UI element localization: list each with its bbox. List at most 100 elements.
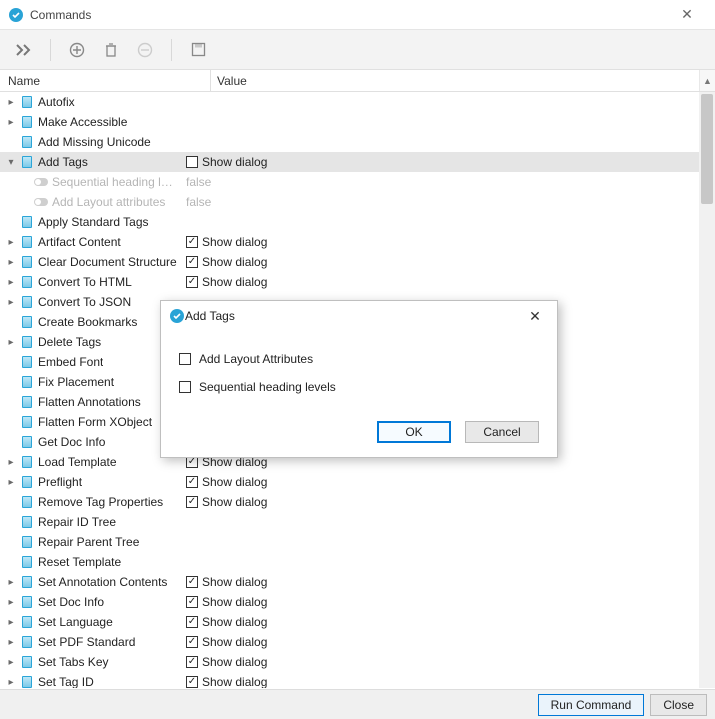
tree-row-value[interactable]: Show dialog [186,575,267,589]
dialog-titlebar: Add Tags ✕ [161,301,557,331]
checkbox-icon[interactable] [186,616,198,628]
chevron-right-icon[interactable]: ▸ [4,477,18,488]
tree-row[interactable]: ▸Clear Document StructureShow dialog [0,252,715,272]
vertical-scrollbar[interactable] [699,92,715,688]
tree-row-value[interactable]: Show dialog [186,475,267,489]
tree-row-value[interactable]: Show dialog [186,495,267,509]
toggle-icon [32,198,50,206]
tree-row[interactable]: ▸Add Layout attributesfalse [0,192,715,212]
tree-row-label: Set Annotation Contents [36,575,167,589]
tree-row-label: Repair ID Tree [36,515,116,529]
add-icon[interactable] [65,38,89,62]
tree-row[interactable]: ▸PreflightShow dialog [0,472,715,492]
chevron-right-icon[interactable]: ▸ [4,677,18,688]
tree-row[interactable]: ▸Make Accessible [0,112,715,132]
tree-row-label: Set PDF Standard [36,635,135,649]
tree-row[interactable]: ▸Autofix [0,92,715,112]
tree-row[interactable]: ▸Set Doc InfoShow dialog [0,592,715,612]
tree-row[interactable]: ▸ Artifact Content Show dialog [0,232,715,252]
checkbox-icon[interactable] [179,381,191,393]
tree-row-value-text: Show dialog [202,155,267,169]
checkbox-icon[interactable] [186,236,198,248]
chevron-right-icon[interactable]: ▸ [4,617,18,628]
tree-row-value-text: false [186,175,211,189]
checkbox-icon[interactable] [186,156,198,168]
chevron-right-icon[interactable]: ▸ [4,257,18,268]
tree-row[interactable]: ▸Set Tabs KeyShow dialog [0,652,715,672]
tree-row-value-text: Show dialog [202,575,267,589]
dialog-option-sequential[interactable]: Sequential heading levels [179,373,539,401]
chevron-right-icon[interactable]: ▸ [4,577,18,588]
chevron-right-icon[interactable]: ▸ [4,117,18,128]
checkbox-icon[interactable] [179,353,191,365]
tree-row[interactable]: ▸Repair ID Tree [0,512,715,532]
dialog-body: Add Layout Attributes Sequential heading… [161,331,557,411]
chevron-right-icon[interactable]: ▸ [4,97,18,108]
tree-row-value[interactable]: Show dialog [186,655,267,669]
checkbox-icon[interactable] [186,656,198,668]
tree-row[interactable]: ▸ Set Annotation Contents Show dialog [0,572,715,592]
chevron-right-icon[interactable]: ▸ [4,657,18,668]
scrollbar-thumb[interactable] [701,94,713,204]
close-button[interactable]: Close [650,694,707,716]
checkbox-icon[interactable] [186,596,198,608]
tree-row[interactable]: ▾ Add Tags Show dialog [0,152,715,172]
tree-row-value[interactable]: Show dialog [186,275,267,289]
dialog-option-add-layout[interactable]: Add Layout Attributes [179,345,539,373]
chevron-right-icon[interactable]: ▸ [4,237,18,248]
chevron-right-icon[interactable]: ▸ [4,277,18,288]
tree-row[interactable]: ▸Reset Template [0,552,715,572]
tree-row-label: Add Tags [36,155,88,169]
window-titlebar: Commands ✕ [0,0,715,30]
tree-row[interactable]: ▸Set Tag IDShow dialog [0,672,715,688]
tree-row-label: Artifact Content [36,235,121,249]
checkbox-icon[interactable] [186,676,198,688]
window-close-button[interactable]: ✕ [667,6,707,23]
checkbox-icon[interactable] [186,276,198,288]
tree-row-value[interactable]: Show dialog [186,235,267,249]
run-command-button[interactable]: Run Command [538,694,645,716]
save-icon[interactable] [186,38,210,62]
tree-row[interactable]: ▸Remove Tag PropertiesShow dialog [0,492,715,512]
chevron-right-icon[interactable]: ▸ [4,597,18,608]
chevron-down-icon[interactable]: ▾ [4,157,18,168]
dialog-close-button[interactable]: ✕ [521,308,549,325]
checkbox-icon[interactable] [186,476,198,488]
chevron-right-icon[interactable]: ▸ [4,457,18,468]
tree-row[interactable]: ▸Apply Standard Tags [0,212,715,232]
dialog-title: Add Tags [185,309,521,323]
tree-row[interactable]: ▸Repair Parent Tree [0,532,715,552]
toggle-icon [32,178,50,186]
delete-icon[interactable] [99,38,123,62]
ok-button[interactable]: OK [377,421,451,443]
tree-row[interactable]: ▸ Set PDF Standard Show dialog [0,632,715,652]
tree-row-value[interactable]: Show dialog [186,635,267,649]
tree-row[interactable]: ▸Convert To HTMLShow dialog [0,272,715,292]
chevron-right-icon[interactable]: ▸ [4,337,18,348]
tree-row-value[interactable]: Show dialog [186,255,267,269]
tree-row-value[interactable]: Show dialog [186,615,267,629]
document-icon [18,96,36,108]
column-value[interactable]: Value [210,70,699,91]
cancel-button[interactable]: Cancel [465,421,539,443]
tree-row-label: Flatten Form XObject [36,415,152,429]
checkbox-icon[interactable] [186,576,198,588]
tree-row[interactable]: ▸Add Missing Unicode [0,132,715,152]
expand-icon[interactable] [12,38,36,62]
checkbox-icon[interactable] [186,496,198,508]
tree-row-value[interactable]: Show dialog [186,595,267,609]
tree-row-value[interactable]: Show dialog [186,675,267,688]
document-icon [18,636,36,648]
tree-row[interactable]: ▸Set LanguageShow dialog [0,612,715,632]
tree-row-value[interactable]: Show dialog [186,155,267,169]
remove-icon [133,38,157,62]
checkbox-icon[interactable] [186,636,198,648]
tree-row-label: Convert To JSON [36,295,131,309]
column-name[interactable]: Name [0,74,210,88]
chevron-right-icon[interactable]: ▸ [4,297,18,308]
chevron-right-icon[interactable]: ▸ [4,637,18,648]
checkbox-icon[interactable] [186,256,198,268]
scroll-up-icon[interactable]: ▲ [699,70,715,91]
tree-row[interactable]: ▸Sequential heading l…false [0,172,715,192]
document-icon [18,216,36,228]
